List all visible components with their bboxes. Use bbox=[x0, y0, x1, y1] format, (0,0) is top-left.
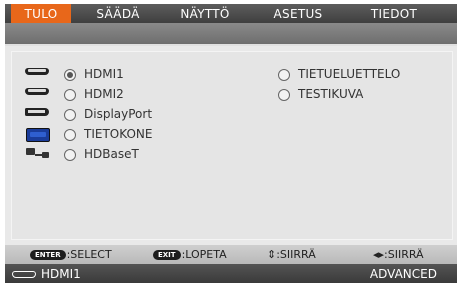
projector-osd-menu: TULO SÄÄDÄ NÄYTTÖ ASETUS TIEDOT HDMI1 HD… bbox=[5, 4, 457, 283]
exit-hint: EXIT:LOPETA bbox=[153, 248, 227, 261]
current-source: HDMI1 bbox=[41, 267, 81, 281]
input-label: TESTIKUVA bbox=[298, 87, 364, 101]
input-label: DisplayPort bbox=[84, 107, 153, 121]
hdmi-icon bbox=[25, 88, 49, 95]
divider bbox=[5, 44, 457, 46]
hdmi-icon bbox=[25, 68, 49, 75]
key-guide-bar: ENTER:SELECT EXIT:LOPETA ⇕:SIIRRÄ ◂▸:SII… bbox=[5, 245, 457, 264]
input-item-hdmi2[interactable]: HDMI2 bbox=[25, 86, 175, 104]
tab-saada[interactable]: SÄÄDÄ bbox=[81, 4, 155, 23]
radio-button[interactable] bbox=[278, 69, 290, 81]
radio-button-selected[interactable] bbox=[64, 69, 76, 81]
input-label: TIETOKONE bbox=[84, 127, 153, 141]
menu-mode: ADVANCED bbox=[369, 267, 437, 281]
select-hint: ENTER:SELECT bbox=[30, 248, 112, 261]
input-item-testikuva[interactable]: TESTIKUVA bbox=[278, 86, 438, 104]
exit-hint-label: :LOPETA bbox=[181, 248, 227, 261]
move-leftright-hint: ◂▸:SIIRRÄ bbox=[373, 248, 424, 261]
tab-naytto[interactable]: NÄYTTÖ bbox=[165, 4, 245, 23]
radio-button[interactable] bbox=[64, 109, 76, 121]
input-item-tietokone[interactable]: TIETOKONE bbox=[25, 126, 175, 144]
input-selection-panel: HDMI1 HDMI2 DisplayPort TIETOKONE HDBase… bbox=[11, 51, 453, 240]
radio-button[interactable] bbox=[278, 89, 290, 101]
radio-button[interactable] bbox=[64, 149, 76, 161]
enter-key-icon: ENTER bbox=[30, 250, 66, 260]
input-item-displayport[interactable]: DisplayPort bbox=[25, 106, 175, 124]
move-updown-hint: ⇕:SIIRRÄ bbox=[267, 248, 316, 261]
radio-button[interactable] bbox=[64, 129, 76, 141]
select-hint-label: :SELECT bbox=[66, 248, 112, 261]
radio-button[interactable] bbox=[64, 89, 76, 101]
sub-menu-bar bbox=[5, 23, 457, 44]
menu-tab-bar: TULO SÄÄDÄ NÄYTTÖ ASETUS TIEDOT bbox=[5, 4, 457, 23]
input-label: HDMI2 bbox=[84, 87, 124, 101]
input-label: HDBaseT bbox=[84, 147, 139, 161]
status-bar: HDMI1 ADVANCED bbox=[5, 264, 457, 283]
input-item-tietueluettelo[interactable]: TIETUELUETTELO bbox=[278, 66, 438, 84]
hdbaset-icon bbox=[26, 148, 50, 159]
tab-asetus[interactable]: ASETUS bbox=[263, 4, 333, 23]
tab-tiedot[interactable]: TIEDOT bbox=[357, 4, 431, 23]
input-label: HDMI1 bbox=[84, 67, 124, 81]
input-item-hdbaset[interactable]: HDBaseT bbox=[25, 146, 175, 164]
input-label: TIETUELUETTELO bbox=[298, 67, 401, 81]
exit-key-icon: EXIT bbox=[153, 250, 181, 260]
displayport-icon bbox=[25, 108, 49, 116]
tab-tulo[interactable]: TULO bbox=[11, 4, 71, 23]
input-item-hdmi1[interactable]: HDMI1 bbox=[25, 66, 175, 84]
computer-vga-icon bbox=[26, 128, 50, 142]
hdmi-icon bbox=[12, 271, 36, 278]
